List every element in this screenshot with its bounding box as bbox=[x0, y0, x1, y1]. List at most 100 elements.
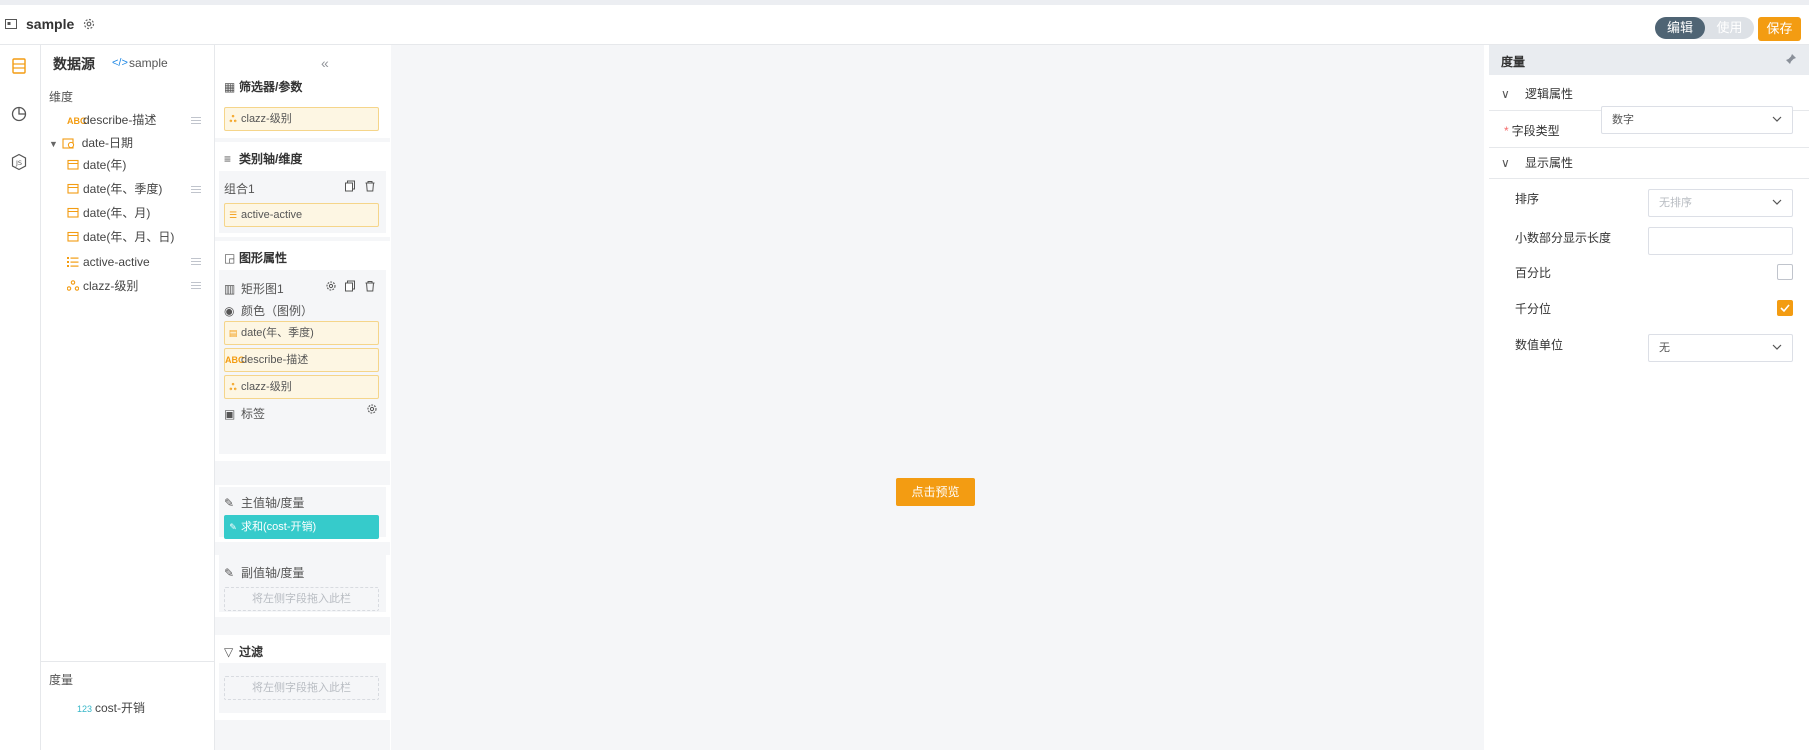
drag-handle-icon[interactable] bbox=[191, 282, 201, 290]
decimal-input[interactable] bbox=[1648, 227, 1793, 255]
section-title-text: 图形属性 bbox=[239, 251, 288, 265]
divider bbox=[1489, 147, 1809, 148]
field-clazz[interactable]: clazz-级别 bbox=[66, 276, 138, 296]
required-icon: * bbox=[1504, 124, 1509, 138]
field-pill[interactable]: ✎ 求和(cost-开销) bbox=[224, 515, 379, 539]
dimension-label: 维度 bbox=[49, 90, 74, 104]
grid-icon: ▦ bbox=[224, 80, 236, 94]
filter-section: ▽ 过滤 将左侧字段拖入此栏 bbox=[215, 635, 390, 720]
field-pill[interactable]: ☰ active-active bbox=[224, 203, 379, 227]
field-describe[interactable]: ABCdescribe-描述 bbox=[67, 110, 156, 130]
color-label: 颜色（图例） bbox=[241, 304, 314, 318]
datasource-name[interactable]: sample bbox=[129, 56, 168, 70]
field-pill[interactable]: ஃ clazz-级别 bbox=[224, 107, 379, 131]
preview-button[interactable]: 点击预览 bbox=[896, 478, 975, 506]
field-pill[interactable]: ஃ clazz-级别 bbox=[224, 375, 379, 399]
section-title: ▽ 过滤 bbox=[224, 643, 263, 660]
dataset-icon[interactable] bbox=[10, 57, 28, 75]
copy-icon[interactable] bbox=[344, 180, 356, 192]
field-type-select[interactable]: 数字 bbox=[1601, 106, 1793, 134]
field-cost[interactable]: 123 cost-开销 bbox=[77, 698, 145, 718]
left-rail: JS bbox=[0, 45, 41, 750]
calendar-icon: ▤ bbox=[228, 328, 238, 338]
tag-label: 标签 bbox=[241, 407, 266, 421]
percent-label: 百分比 bbox=[1515, 266, 1552, 280]
field-date-group[interactable]: ▼ date-日期 bbox=[49, 133, 133, 153]
graph-props-section: ◲ 图形属性 ▥ 矩形图1 ◉ 颜色（图例） ▤ date(年、季度) ABCdescr… bbox=[215, 241, 390, 461]
field-date-month[interactable]: date(年、月) bbox=[67, 203, 150, 223]
copy-icon[interactable] bbox=[344, 280, 356, 292]
axis-title: 主值轴/度量 bbox=[241, 496, 305, 510]
pill-label: clazz-级别 bbox=[241, 381, 292, 393]
save-button[interactable]: 保存 bbox=[1758, 17, 1801, 41]
app-icon bbox=[5, 19, 17, 29]
percent-checkbox[interactable] bbox=[1777, 264, 1793, 280]
drop-zone[interactable]: 将左侧字段拖入此栏 bbox=[224, 587, 379, 611]
chevron-down-icon bbox=[1772, 344, 1782, 350]
field-pill[interactable]: ABCdescribe-描述 bbox=[224, 348, 379, 372]
measure-label: 度量 bbox=[49, 673, 74, 687]
field-date-day[interactable]: date(年、月、日) bbox=[67, 227, 174, 247]
main-axis-title: ✎ 主值轴/度量 bbox=[224, 494, 304, 511]
list-icon: ☰ bbox=[228, 210, 238, 220]
calendar-icon bbox=[67, 207, 79, 218]
pin-icon[interactable] bbox=[1785, 53, 1797, 65]
gear-icon[interactable] bbox=[325, 280, 337, 292]
number-type-icon: 123 bbox=[77, 704, 93, 714]
gear-icon[interactable] bbox=[366, 403, 378, 415]
field-pill[interactable]: ▤ date(年、季度) bbox=[224, 321, 379, 345]
pill-label: 求和(cost-开销) bbox=[241, 521, 317, 533]
mode-use[interactable]: 使用 bbox=[1705, 17, 1754, 39]
pill-label: date(年、季度) bbox=[241, 327, 314, 339]
field-label: date(年、季度) bbox=[83, 182, 163, 196]
chart-name-row[interactable]: ▥ 矩形图1 bbox=[224, 280, 284, 297]
chart-name: 矩形图1 bbox=[241, 282, 284, 296]
field-date-year[interactable]: date(年) bbox=[67, 155, 126, 175]
drag-handle-icon[interactable] bbox=[191, 258, 201, 266]
text-type-icon: ABC bbox=[67, 116, 87, 126]
delete-icon[interactable] bbox=[364, 180, 376, 192]
text-type-icon: ABC bbox=[225, 355, 245, 365]
delete-icon[interactable] bbox=[364, 280, 376, 292]
section-title: 逻辑属性 bbox=[1525, 87, 1574, 101]
collapse-icon[interactable]: « bbox=[321, 55, 329, 71]
chart-icon[interactable] bbox=[10, 105, 28, 123]
drop-zone[interactable]: 将左侧字段拖入此栏 bbox=[224, 676, 379, 700]
tag-row[interactable]: ▣ 标签 bbox=[224, 405, 265, 422]
measure-icon: ✎ bbox=[224, 496, 235, 510]
drag-handle-icon[interactable] bbox=[191, 117, 201, 125]
field-label: date-日期 bbox=[81, 136, 134, 150]
properties-title: 度量 bbox=[1501, 55, 1526, 69]
caret-down-icon[interactable]: ▼ bbox=[49, 134, 59, 154]
tag-icon: ▣ bbox=[224, 407, 236, 421]
logic-section-toggle[interactable]: ∨ 逻辑属性 bbox=[1501, 85, 1573, 102]
section-title-text: 类别轴/维度 bbox=[239, 152, 303, 166]
list-icon bbox=[67, 257, 79, 267]
properties-panel: 度量 ∨ 逻辑属性 * 字段类型 数字 ∨ 显示属性 排序 无排序 小数部分显示长度 … bbox=[1489, 45, 1809, 750]
pill-label: describe-描述 bbox=[241, 354, 309, 366]
decimal-label: 小数部分显示长度 bbox=[1515, 231, 1612, 245]
gear-icon[interactable] bbox=[82, 17, 96, 31]
field-label: active-active bbox=[83, 255, 150, 269]
calendar-group-icon bbox=[62, 138, 75, 149]
section-title: ▦ 筛选器/参数 bbox=[224, 78, 302, 95]
hierarchy-icon: ஃ bbox=[229, 382, 237, 392]
unit-select[interactable]: 无 bbox=[1648, 334, 1793, 362]
field-type-label: * 字段类型 bbox=[1504, 122, 1560, 139]
pill-label: clazz-级别 bbox=[241, 113, 292, 125]
thousands-checkbox[interactable] bbox=[1777, 300, 1793, 316]
js-icon[interactable]: JS bbox=[10, 153, 28, 171]
field-date-quarter[interactable]: date(年、季度) bbox=[67, 179, 162, 199]
top-header: sample 编辑 使用 保存 bbox=[0, 5, 1809, 45]
sort-select[interactable]: 无排序 bbox=[1648, 189, 1793, 217]
color-legend-row: ◉ 颜色（图例） bbox=[224, 302, 313, 319]
mode-edit[interactable]: 编辑 bbox=[1655, 17, 1705, 39]
check-icon bbox=[1780, 304, 1790, 313]
field-label: cost-开销 bbox=[95, 701, 146, 715]
drag-handle-icon[interactable] bbox=[191, 186, 201, 194]
filter-params-section: ▦ 筛选器/参数 ஃ clazz-级别 bbox=[215, 70, 390, 138]
mode-toggle[interactable]: 编辑 使用 bbox=[1655, 17, 1754, 39]
field-active[interactable]: active-active bbox=[67, 252, 150, 272]
display-section-toggle[interactable]: ∨ 显示属性 bbox=[1501, 154, 1573, 171]
category-axis-section: ≡ 类别轴/维度 组合1 ☰ active-active bbox=[215, 142, 390, 237]
